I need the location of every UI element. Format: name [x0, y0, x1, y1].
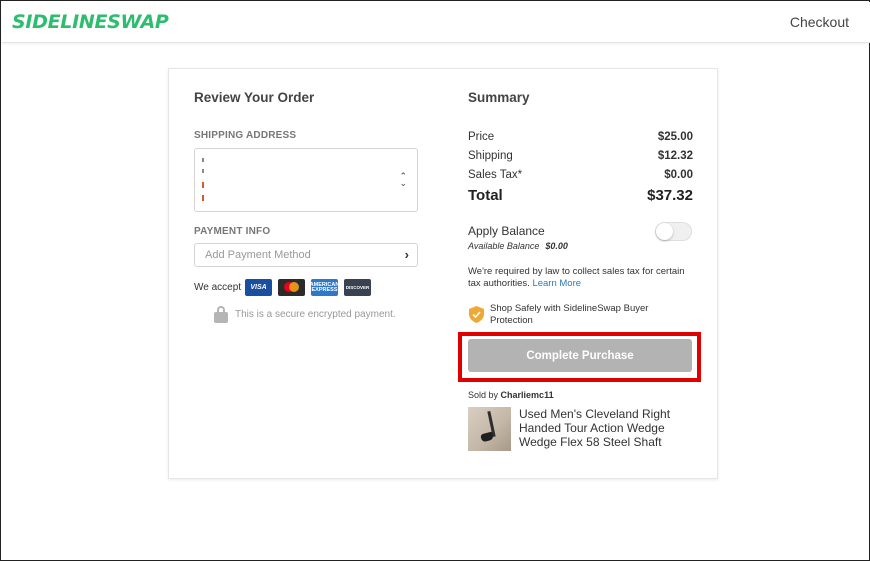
sales-tax-note: We're required by law to collect sales t…: [468, 266, 698, 290]
discover-card-icon: DISCOVER: [344, 279, 371, 296]
shipping-label: Shipping: [468, 150, 513, 162]
chevron-up-down-icon: ⌃ ⌄: [399, 171, 407, 188]
add-payment-method-field[interactable]: Add Payment Method ›: [194, 243, 418, 267]
sidelineswap-logo[interactable]: SIDELINESWAP: [12, 11, 169, 33]
sales-tax-value: $0.00: [664, 169, 693, 181]
apply-balance-label: Apply Balance: [468, 224, 545, 238]
sales-tax-row: Sales Tax* $0.00: [468, 169, 693, 181]
address-redacted-mark: [202, 158, 204, 162]
complete-purchase-button[interactable]: Complete Purchase: [468, 339, 692, 372]
available-balance: Available Balance $0.00: [468, 241, 568, 251]
shipping-value: $12.32: [657, 150, 693, 162]
payment-info-label: PAYMENT INFO: [194, 226, 271, 237]
learn-more-link[interactable]: Learn More: [532, 278, 581, 289]
secure-payment-note: This is a secure encrypted payment.: [214, 306, 414, 324]
we-accept-label: We accept: [194, 282, 242, 293]
total-row: Total $37.32: [468, 187, 693, 204]
available-balance-value: $0.00: [545, 241, 568, 251]
product-thumbnail[interactable]: [468, 407, 511, 451]
sold-by-prefix: Sold by: [468, 390, 499, 400]
payment-placeholder: Add Payment Method: [205, 249, 311, 261]
chevron-right-icon: ›: [404, 247, 409, 262]
checkout-card: Review Your Order SHIPPING ADDRESS ⌃ ⌄ PA…: [168, 68, 718, 479]
shipping-address-label: SHIPPING ADDRESS: [194, 130, 297, 141]
review-order-title: Review Your Order: [194, 90, 315, 105]
apply-balance-toggle[interactable]: [655, 222, 692, 241]
seller-name[interactable]: Charliemc11: [501, 390, 554, 400]
browser-frame: SIDELINESWAP Checkout Review Your Order …: [0, 0, 870, 561]
address-redacted-mark: [202, 169, 204, 173]
address-redacted-mark: [202, 182, 204, 188]
amex-card-icon: AMERICAN EXPRESS: [310, 279, 339, 296]
address-redacted-mark: [202, 195, 204, 201]
available-balance-label: Available Balance: [468, 241, 540, 251]
secure-payment-text: This is a secure encrypted payment.: [235, 309, 396, 320]
buyer-protection-text[interactable]: Shop Safely with SidelineSwap Buyer Prot…: [490, 303, 690, 327]
summary-title: Summary: [468, 90, 530, 105]
shipping-address-select[interactable]: ⌃ ⌄: [194, 148, 418, 212]
lock-icon: [214, 312, 228, 323]
sold-by: Sold by Charliemc11: [468, 390, 554, 400]
mastercard-card-icon: [278, 279, 305, 296]
sales-tax-label: Sales Tax*: [468, 169, 523, 181]
toggle-knob: [656, 223, 673, 240]
total-value: $37.32: [647, 187, 693, 204]
top-nav-bar: SIDELINESWAP Checkout: [2, 2, 870, 43]
shield-check-icon: [469, 306, 484, 323]
checkout-link[interactable]: Checkout: [790, 14, 849, 30]
price-row: Price $25.00: [468, 131, 693, 143]
product-title[interactable]: Used Men's Cleveland Right Handed Tour A…: [519, 407, 679, 449]
price-value: $25.00: [657, 131, 693, 143]
total-label: Total: [468, 187, 503, 204]
visa-card-icon: VISA: [245, 279, 272, 296]
shipping-row: Shipping $12.32: [468, 150, 693, 162]
price-label: Price: [468, 131, 495, 143]
